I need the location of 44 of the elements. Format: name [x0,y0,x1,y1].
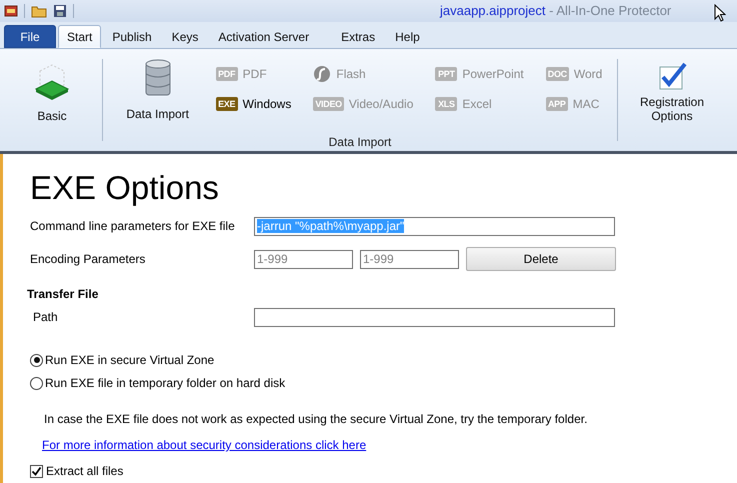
import-option[interactable]: EXE Windows [216,89,292,119]
group-label: Data Import [328,135,392,149]
app-name: - All-In-One Protector [549,3,672,18]
radio-button[interactable] [30,376,43,390]
file-type-icon: DOC [546,67,569,81]
encoding-field[interactable]: 1-999 [254,250,353,268]
data-import-button[interactable]: Data Import [118,53,198,127]
file-type-icon: APP [546,97,568,111]
ribbon-tab[interactable]: Extras [332,25,384,48]
ribbon-tab[interactable]: Publish [103,25,161,48]
encoding-field[interactable]: 1-999 [360,250,459,268]
page-heading: EXE Options [30,168,220,208]
field-label: Path [32,310,59,324]
folder-icon[interactable] [31,4,47,18]
flash-icon [313,65,332,83]
file-type-icon: VIDEO [313,97,344,111]
basic-button[interactable]: Basic [6,53,98,149]
ribbon-tab[interactable]: Keys [162,25,208,48]
ribbon-tab[interactable]: Help [386,25,429,48]
ribbon-tab[interactable]: Activation Server [209,25,318,48]
checkbox-label[interactable]: Extract all files [46,464,124,478]
registration-options-button[interactable]: Registration Options [622,53,722,149]
radio-label[interactable]: Run EXE in secure Virtual Zone [45,353,214,367]
ribbon-tab[interactable]: Start [58,25,102,48]
checkmark-icon [657,61,687,91]
radio-label[interactable]: Run EXE file in temporary folder on hard disk [45,376,286,390]
document-name: javaapp.aipproject [440,3,546,18]
info-text: In case the EXE file does not work as expected using the secure Virtual Zone, try the temporary folder. [44,412,588,426]
file-type-icon: PDF [216,67,238,81]
section-heading: Transfer File [27,287,100,301]
field-label: Encoding Parameters [30,252,146,266]
checkbox[interactable] [30,464,43,478]
file-type-icon: EXE [216,97,238,111]
app-icon[interactable] [4,4,18,18]
save-icon[interactable] [53,4,67,18]
field-label: Command line parameters for EXE file [30,219,236,233]
delete-button[interactable]: Delete [466,247,616,271]
path-field[interactable] [254,308,615,326]
security-info-link[interactable]: For more information about security considerations click here [42,438,366,452]
cursor-icon [714,4,726,22]
file-tab[interactable]: File [4,25,56,48]
radio-button[interactable] [30,354,43,366]
file-type-icon: PPT [435,67,458,81]
file-type-icon: XLS [435,97,458,111]
